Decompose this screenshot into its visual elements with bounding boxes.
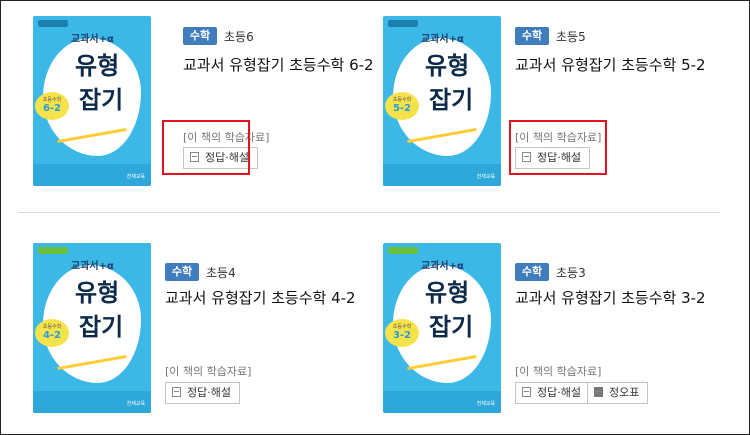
cover-title-line1: 유형 bbox=[425, 52, 470, 80]
cover-brand: 교과서+α bbox=[421, 34, 464, 45]
answer-icon bbox=[172, 387, 181, 397]
book-cover[interactable]: 교과서+α 유형 잡기 초등수학 4-2 천재교육 bbox=[33, 243, 151, 413]
cover-tag bbox=[38, 20, 68, 27]
book-title[interactable]: 교과서 유형잡기 초등수학 4-2 bbox=[165, 287, 356, 308]
answer-button[interactable]: 정답·해설 bbox=[515, 382, 590, 404]
answer-icon bbox=[522, 387, 531, 397]
subject-badge: 수학 bbox=[515, 27, 549, 45]
cover-title-line2: 잡기 bbox=[429, 86, 474, 114]
section-divider bbox=[18, 212, 720, 213]
cover-tag bbox=[38, 247, 68, 254]
book-item-4-2: 교과서+α 유형 잡기 초등수학 4-2 천재교육 수학 초등4 교과서 유형잡기… bbox=[33, 243, 373, 428]
cover-title-line2: 잡기 bbox=[79, 313, 124, 341]
cover-publisher: 천재교육 bbox=[126, 174, 145, 180]
book-title[interactable]: 교과서 유형잡기 초등수학 5-2 bbox=[515, 54, 706, 75]
highlight-box bbox=[162, 120, 250, 175]
subject-badge: 수학 bbox=[183, 27, 217, 45]
cover-title-line2: 잡기 bbox=[429, 313, 474, 341]
subject-badge: 수학 bbox=[515, 263, 549, 281]
book-cover[interactable]: 교과서+α 유형 잡기 초등수학 5-2 천재교육 bbox=[383, 16, 501, 186]
cover-title-line1: 유형 bbox=[75, 279, 120, 307]
highlight-box bbox=[509, 120, 607, 175]
cover-brand: 교과서+α bbox=[421, 261, 464, 272]
grade-label: 초등3 bbox=[556, 266, 586, 280]
cover-publisher: 천재교육 bbox=[476, 401, 495, 407]
grade-label: 초등4 bbox=[206, 266, 236, 280]
cover-tag bbox=[388, 20, 418, 27]
cover-brand: 교과서+α bbox=[71, 261, 114, 272]
grade-label: 초등6 bbox=[224, 30, 254, 44]
errata-button[interactable]: 정오표 bbox=[587, 382, 649, 404]
book-cover[interactable]: 교과서+α 유형 잡기 초등수학 3-2 천재교육 bbox=[383, 243, 501, 413]
cover-publisher: 천재교육 bbox=[476, 174, 495, 180]
cover-brand: 교과서+α bbox=[71, 34, 114, 45]
answer-button[interactable]: 정답·해설 bbox=[165, 382, 240, 404]
cover-title-line1: 유형 bbox=[75, 52, 120, 80]
book-item-3-2: 교과서+α 유형 잡기 초등수학 3-2 천재교육 수학 초등3 교과서 유형잡기… bbox=[383, 243, 723, 428]
cover-publisher: 천재교육 bbox=[126, 401, 145, 407]
cover-title-line2: 잡기 bbox=[79, 86, 124, 114]
book-title[interactable]: 교과서 유형잡기 초등수학 3-2 bbox=[515, 287, 706, 308]
cover-grade-badge: 초등수학 6-2 bbox=[35, 92, 69, 120]
book-cover[interactable]: 교과서+α 유형 잡기 초등수학 6-2 천재교육 bbox=[33, 16, 151, 186]
cover-grade-badge: 초등수학 3-2 bbox=[385, 319, 419, 347]
cover-grade-badge: 초등수학 5-2 bbox=[385, 92, 419, 120]
cover-tag bbox=[388, 247, 418, 254]
grade-label: 초등5 bbox=[556, 30, 586, 44]
resources-label: [이 책의 학습자료] bbox=[165, 365, 252, 378]
resources-label: [이 책의 학습자료] bbox=[515, 365, 602, 378]
cover-title-line1: 유형 bbox=[425, 279, 470, 307]
book-title[interactable]: 교과서 유형잡기 초등수학 6-2 bbox=[183, 54, 374, 75]
cover-grade-badge: 초등수학 4-2 bbox=[35, 319, 69, 347]
errata-icon bbox=[594, 387, 603, 397]
subject-badge: 수학 bbox=[165, 263, 199, 281]
